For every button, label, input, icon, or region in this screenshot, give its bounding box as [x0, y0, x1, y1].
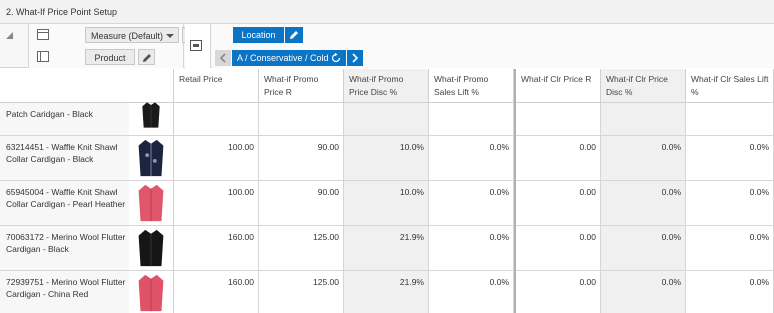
product-thumbnail	[129, 226, 174, 271]
table-cell[interactable]: 0.0%	[601, 271, 686, 313]
table-cell[interactable]	[174, 103, 259, 136]
cardigan-image-icon	[138, 229, 164, 267]
table-row: 65945004 - Waffle Knit Shawl Collar Card…	[0, 181, 774, 226]
table-cell[interactable]: 21.9%	[344, 271, 429, 313]
table-cell[interactable]: 90.00	[259, 181, 344, 226]
page-filter-icon[interactable]	[190, 40, 202, 51]
cardigan-image-icon	[138, 184, 164, 222]
table-cell[interactable]: 160.00	[174, 226, 259, 271]
product-edit-button[interactable]	[138, 49, 155, 65]
product-thumbnail	[129, 102, 174, 136]
table-cell[interactable]: 0.00	[516, 226, 601, 271]
table-cell[interactable]	[686, 103, 774, 136]
table-cell[interactable]: 0.0%	[429, 226, 514, 271]
table-cell[interactable]: 10.0%	[344, 181, 429, 226]
table-cell[interactable]: 0.00	[516, 136, 601, 181]
window-title: 2. What-If Price Point Setup	[6, 7, 118, 17]
row-label[interactable]: 72939751 - Merino Wool Flutter Cardigan …	[0, 271, 129, 313]
row-label[interactable]: 63214451 - Waffle Knit Shawl Collar Card…	[0, 136, 129, 181]
column-header[interactable]: What-if Clr Sales Lift %	[686, 69, 774, 103]
table-cell[interactable]: 160.00	[174, 271, 259, 313]
table-cell[interactable]	[516, 103, 601, 136]
data-grid: Retail Price What-if Promo Price R What-…	[0, 69, 774, 313]
table-row: 72939751 - Merino Wool Flutter Cardigan …	[0, 271, 774, 313]
frozen-column-divider[interactable]	[514, 69, 516, 313]
collapse-triangle-icon[interactable]	[6, 32, 13, 39]
measure-dropdown[interactable]: Measure (Default)	[85, 27, 179, 43]
table-row: 63214451 - Waffle Knit Shawl Collar Card…	[0, 136, 774, 181]
table-row: 70063172 - Merino Wool Flutter Cardigan …	[0, 226, 774, 271]
product-tile-label: Product	[94, 53, 126, 63]
location-tile[interactable]: Location	[233, 27, 284, 43]
cardigan-image-icon	[142, 102, 160, 128]
column-header[interactable]: What-if Promo Price R	[259, 69, 344, 103]
table-cell[interactable]: 0.0%	[686, 136, 774, 181]
row-label[interactable]: 65945004 - Waffle Knit Shawl Collar Card…	[0, 181, 129, 226]
table-cell[interactable]: 10.0%	[344, 136, 429, 181]
table-cell[interactable]: 0.0%	[601, 181, 686, 226]
location-tile-label: Location	[241, 30, 276, 40]
title-bar: 2. What-If Price Point Setup	[0, 0, 774, 24]
table-cell[interactable]	[429, 103, 514, 136]
column-tile-icon	[37, 51, 49, 62]
table-cell[interactable]: 0.0%	[429, 271, 514, 313]
attribute-selector[interactable]: A / Conservative / Cold	[232, 50, 346, 66]
next-page-button[interactable]	[347, 50, 363, 66]
page-tiles-panel: Location A / Conservative / Cold	[212, 24, 774, 68]
chevron-left-icon	[219, 53, 226, 63]
column-header[interactable]: What-if Clr Price R	[516, 69, 601, 103]
row-label[interactable]: 70063172 - Merino Wool Flutter Cardigan …	[0, 226, 129, 271]
row-tiles-panel: Measure (Default) Product	[28, 24, 199, 68]
table-cell[interactable]: 0.0%	[686, 226, 774, 271]
table-row: Patch Caridgan - Black	[0, 102, 774, 136]
row-tile-icon	[37, 29, 49, 40]
table-cell[interactable]: 0.00	[516, 271, 601, 313]
table-cell[interactable]: 125.00	[259, 271, 344, 313]
table-cell[interactable]: 0.0%	[686, 271, 774, 313]
table-cell[interactable]	[259, 103, 344, 136]
table-cell[interactable]: 21.9%	[344, 226, 429, 271]
location-edit-button[interactable]	[285, 27, 303, 43]
table-cell[interactable]: 0.0%	[601, 136, 686, 181]
table-cell[interactable]: 0.0%	[429, 181, 514, 226]
column-header[interactable]: What-if Clr Price Disc %	[601, 69, 686, 103]
product-tile[interactable]: Product	[85, 49, 135, 65]
column-header[interactable]: What-if Promo Sales Lift %	[429, 69, 514, 103]
table-cell[interactable]: 125.00	[259, 226, 344, 271]
table-cell[interactable]	[601, 103, 686, 136]
product-thumbnail	[129, 271, 174, 313]
pencil-icon	[290, 31, 298, 39]
table-cell[interactable]: 100.00	[174, 181, 259, 226]
cardigan-image-icon	[138, 139, 164, 177]
column-header[interactable]: What-if Promo Price Disc %	[344, 69, 429, 103]
row-header-corner	[0, 69, 174, 103]
table-cell[interactable]: 0.00	[516, 181, 601, 226]
product-thumbnail	[129, 181, 174, 226]
attribute-selector-label: A / Conservative / Cold	[237, 53, 329, 63]
chevron-down-icon	[166, 34, 174, 38]
pivot-area: Measure (Default) Product Location A / C…	[0, 24, 774, 68]
table-cell[interactable]	[344, 103, 429, 136]
pencil-icon	[143, 54, 151, 62]
table-cell[interactable]: 100.00	[174, 136, 259, 181]
table-cell[interactable]: 90.00	[259, 136, 344, 181]
refresh-icon	[331, 52, 341, 63]
row-label[interactable]: Patch Caridgan - Black	[0, 103, 129, 136]
column-header[interactable]: Retail Price	[174, 69, 259, 103]
cardigan-image-icon	[138, 274, 164, 312]
product-thumbnail	[129, 136, 174, 181]
previous-page-button[interactable]	[215, 50, 231, 66]
table-cell[interactable]: 0.0%	[601, 226, 686, 271]
chevron-right-icon	[352, 53, 359, 63]
table-cell[interactable]: 0.0%	[686, 181, 774, 226]
table-cell[interactable]: 0.0%	[429, 136, 514, 181]
measure-dropdown-label: Measure (Default)	[91, 31, 164, 41]
